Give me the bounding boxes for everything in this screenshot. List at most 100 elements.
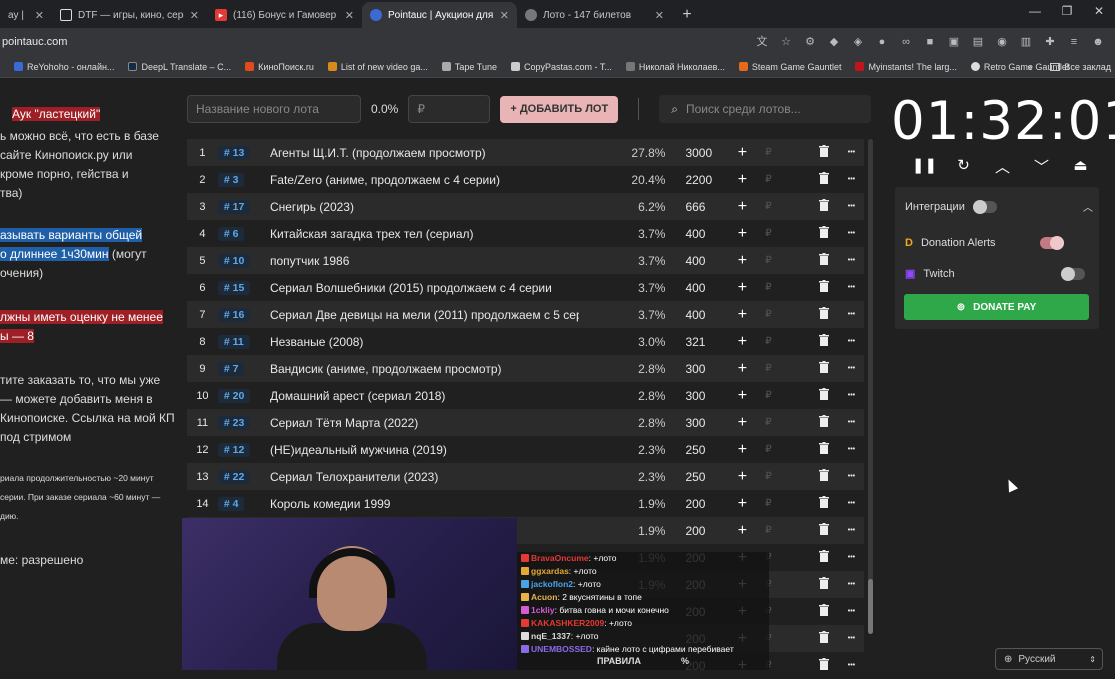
more-options-icon[interactable]: ••• <box>839 203 864 210</box>
lot-row[interactable]: 6 # 15 Сериал Волшебники (2015) продолжаем… <box>187 274 864 301</box>
new-tab-button[interactable]: + <box>676 4 698 26</box>
reset-icon[interactable]: ↻ <box>944 156 983 177</box>
bookmark-item[interactable]: КиноПоиск.ru <box>245 62 314 72</box>
lot-amount[interactable]: 321 <box>665 335 727 349</box>
trash-icon[interactable] <box>810 442 839 457</box>
lot-amount[interactable]: 400 <box>665 227 727 241</box>
more-options-icon[interactable]: ••• <box>839 662 864 669</box>
lot-name[interactable]: Fate/Zero (аниме, продолжаем с 4 серии) <box>270 173 579 187</box>
trash-icon[interactable] <box>810 496 839 511</box>
lot-row[interactable]: 1 # 13 Агенты Щ.И.Т. (продолжаем просмотр)… <box>187 139 864 166</box>
more-options-icon[interactable]: ••• <box>839 446 864 453</box>
ruble-input[interactable]: ₽ <box>757 390 780 401</box>
star-icon[interactable]: ☆ <box>779 35 793 49</box>
trash-icon[interactable] <box>810 172 839 187</box>
lot-amount[interactable]: 250 <box>665 443 727 457</box>
lot-search-input[interactable]: ⌕ Поиск среди лотов... <box>659 95 872 123</box>
more-options-icon[interactable]: ••• <box>839 392 864 399</box>
ruble-input[interactable]: ₽ <box>757 417 780 428</box>
more-options-icon[interactable]: ••• <box>839 500 864 507</box>
more-options-icon[interactable]: ••• <box>839 176 864 183</box>
lot-name[interactable]: Сериал Тётя Марта (2022) <box>270 416 579 430</box>
lot-amount[interactable]: 400 <box>665 281 727 295</box>
ruble-input[interactable]: ₽ <box>757 525 780 536</box>
more-options-icon[interactable]: ••• <box>839 527 864 534</box>
trash-icon[interactable] <box>810 226 839 241</box>
add-amount-icon[interactable]: + <box>728 279 757 297</box>
ruble-input[interactable]: ₽ <box>757 282 780 293</box>
trash-icon[interactable] <box>810 469 839 484</box>
lot-amount[interactable]: 666 <box>665 200 727 214</box>
lot-amount[interactable]: 300 <box>665 362 727 376</box>
lot-row[interactable]: 9 # 7 Вандисик (аниме, продолжаем просмотр… <box>187 355 864 382</box>
add-amount-icon[interactable]: + <box>728 333 757 351</box>
lot-row[interactable]: 5 # 10 попутчик 1986 3.7% 400 + ₽ ••• <box>187 247 864 274</box>
add-lot-button[interactable]: + ДОБАВИТЬ ЛОТ <box>500 95 619 123</box>
trash-icon[interactable] <box>810 253 839 268</box>
new-lot-name-input[interactable]: Название нового лота <box>187 95 361 123</box>
ruble-input[interactable]: ₽ <box>757 444 780 455</box>
lot-name[interactable]: Китайская загадка трех тел (сериал) <box>270 227 579 241</box>
trash-icon[interactable] <box>810 280 839 295</box>
ruble-input[interactable]: ₽ <box>757 309 780 320</box>
add-amount-icon[interactable]: + <box>728 144 757 162</box>
extension-icon[interactable]: ∞ <box>899 35 913 49</box>
lot-name[interactable]: Король комедии 1999 <box>270 497 579 511</box>
trash-icon[interactable] <box>810 388 839 403</box>
lot-name[interactable]: Агенты Щ.И.Т. (продолжаем просмотр) <box>270 146 579 160</box>
extension-icon[interactable]: ■ <box>923 35 937 49</box>
trash-icon[interactable] <box>810 307 839 322</box>
more-options-icon[interactable]: ••• <box>839 230 864 237</box>
browser-tab[interactable]: ▸ (116) Бонус и Гамовер - главн ✕ <box>207 2 362 28</box>
lot-row[interactable]: 11 # 23 Сериал Тётя Марта (2022) 2.8% 300 + ₽ •… <box>187 409 864 436</box>
trash-icon[interactable] <box>810 334 839 349</box>
lot-row[interactable]: 7 # 16 Сериал Две девицы на мели (2011) пр… <box>187 301 864 328</box>
rules-tab[interactable]: ПРАВИЛА <box>597 656 641 666</box>
lot-name[interactable]: Незваные (2008) <box>270 335 579 349</box>
lot-amount[interactable]: 400 <box>665 308 727 322</box>
bookmark-item[interactable]: List of new video ga... <box>327 62 428 72</box>
bookmark-item[interactable]: DeepL Translate – С... <box>128 62 231 72</box>
extension-icon[interactable]: ◈ <box>851 35 865 49</box>
donation-alerts-toggle[interactable] <box>1039 236 1064 250</box>
browser-tab[interactable]: ay | ✕ <box>0 2 52 28</box>
ruble-input[interactable]: ₽ <box>757 471 780 482</box>
bookmark-item[interactable]: ReYohoho - онлайн... <box>14 62 114 72</box>
lot-row[interactable]: 14 # 4 Король комедии 1999 1.9% 200 + ₽ ••• <box>187 490 864 517</box>
chevron-more-icon[interactable]: » <box>1027 62 1032 72</box>
minimize-icon[interactable]: — <box>1019 4 1051 18</box>
lot-name[interactable]: Снегирь (2023) <box>270 200 579 214</box>
add-amount-icon[interactable]: + <box>728 387 757 405</box>
browser-tab[interactable]: DTF — игры, кино, сериалы, р ✕ <box>52 2 207 28</box>
add-amount-icon[interactable]: + <box>728 441 757 459</box>
extension-icon[interactable]: ▥ <box>1019 35 1033 49</box>
extension-icon[interactable]: ◉ <box>995 35 1009 49</box>
more-options-icon[interactable]: ••• <box>839 311 864 318</box>
donate-pay-button[interactable]: ⊚ DONATE PAY <box>904 294 1089 320</box>
extension-icon[interactable]: ● <box>875 35 889 49</box>
lot-amount[interactable]: 250 <box>665 470 727 484</box>
more-options-icon[interactable]: ••• <box>839 365 864 372</box>
lot-amount[interactable]: 200 <box>665 524 727 538</box>
profile-icon[interactable]: ☻ <box>1091 35 1105 49</box>
more-options-icon[interactable]: ••• <box>839 284 864 291</box>
lot-amount[interactable]: 400 <box>665 254 727 268</box>
add-amount-icon[interactable]: + <box>728 495 757 513</box>
ruble-input[interactable]: ₽ <box>757 336 780 347</box>
ruble-input[interactable]: ₽ <box>757 174 780 185</box>
add-amount-icon[interactable]: + <box>728 360 757 378</box>
trash-icon[interactable] <box>810 577 839 592</box>
extension-icon[interactable]: ◆ <box>827 35 841 49</box>
more-options-icon[interactable]: ••• <box>839 608 864 615</box>
scrollbar-thumb[interactable] <box>868 579 873 634</box>
chevron-up-icon[interactable]: ︿ <box>1083 199 1093 214</box>
more-options-icon[interactable]: ••• <box>839 338 864 345</box>
extension-icon[interactable]: ▤ <box>971 35 985 49</box>
more-options-icon[interactable]: ••• <box>839 149 864 156</box>
integrations-header[interactable]: Интеграции ︿ <box>905 199 1093 214</box>
more-options-icon[interactable]: ••• <box>839 581 864 588</box>
trash-icon[interactable] <box>810 145 839 160</box>
trash-icon[interactable] <box>810 415 839 430</box>
new-lot-amount-input[interactable]: ₽ <box>408 95 491 123</box>
ruble-input[interactable]: ₽ <box>757 498 780 509</box>
